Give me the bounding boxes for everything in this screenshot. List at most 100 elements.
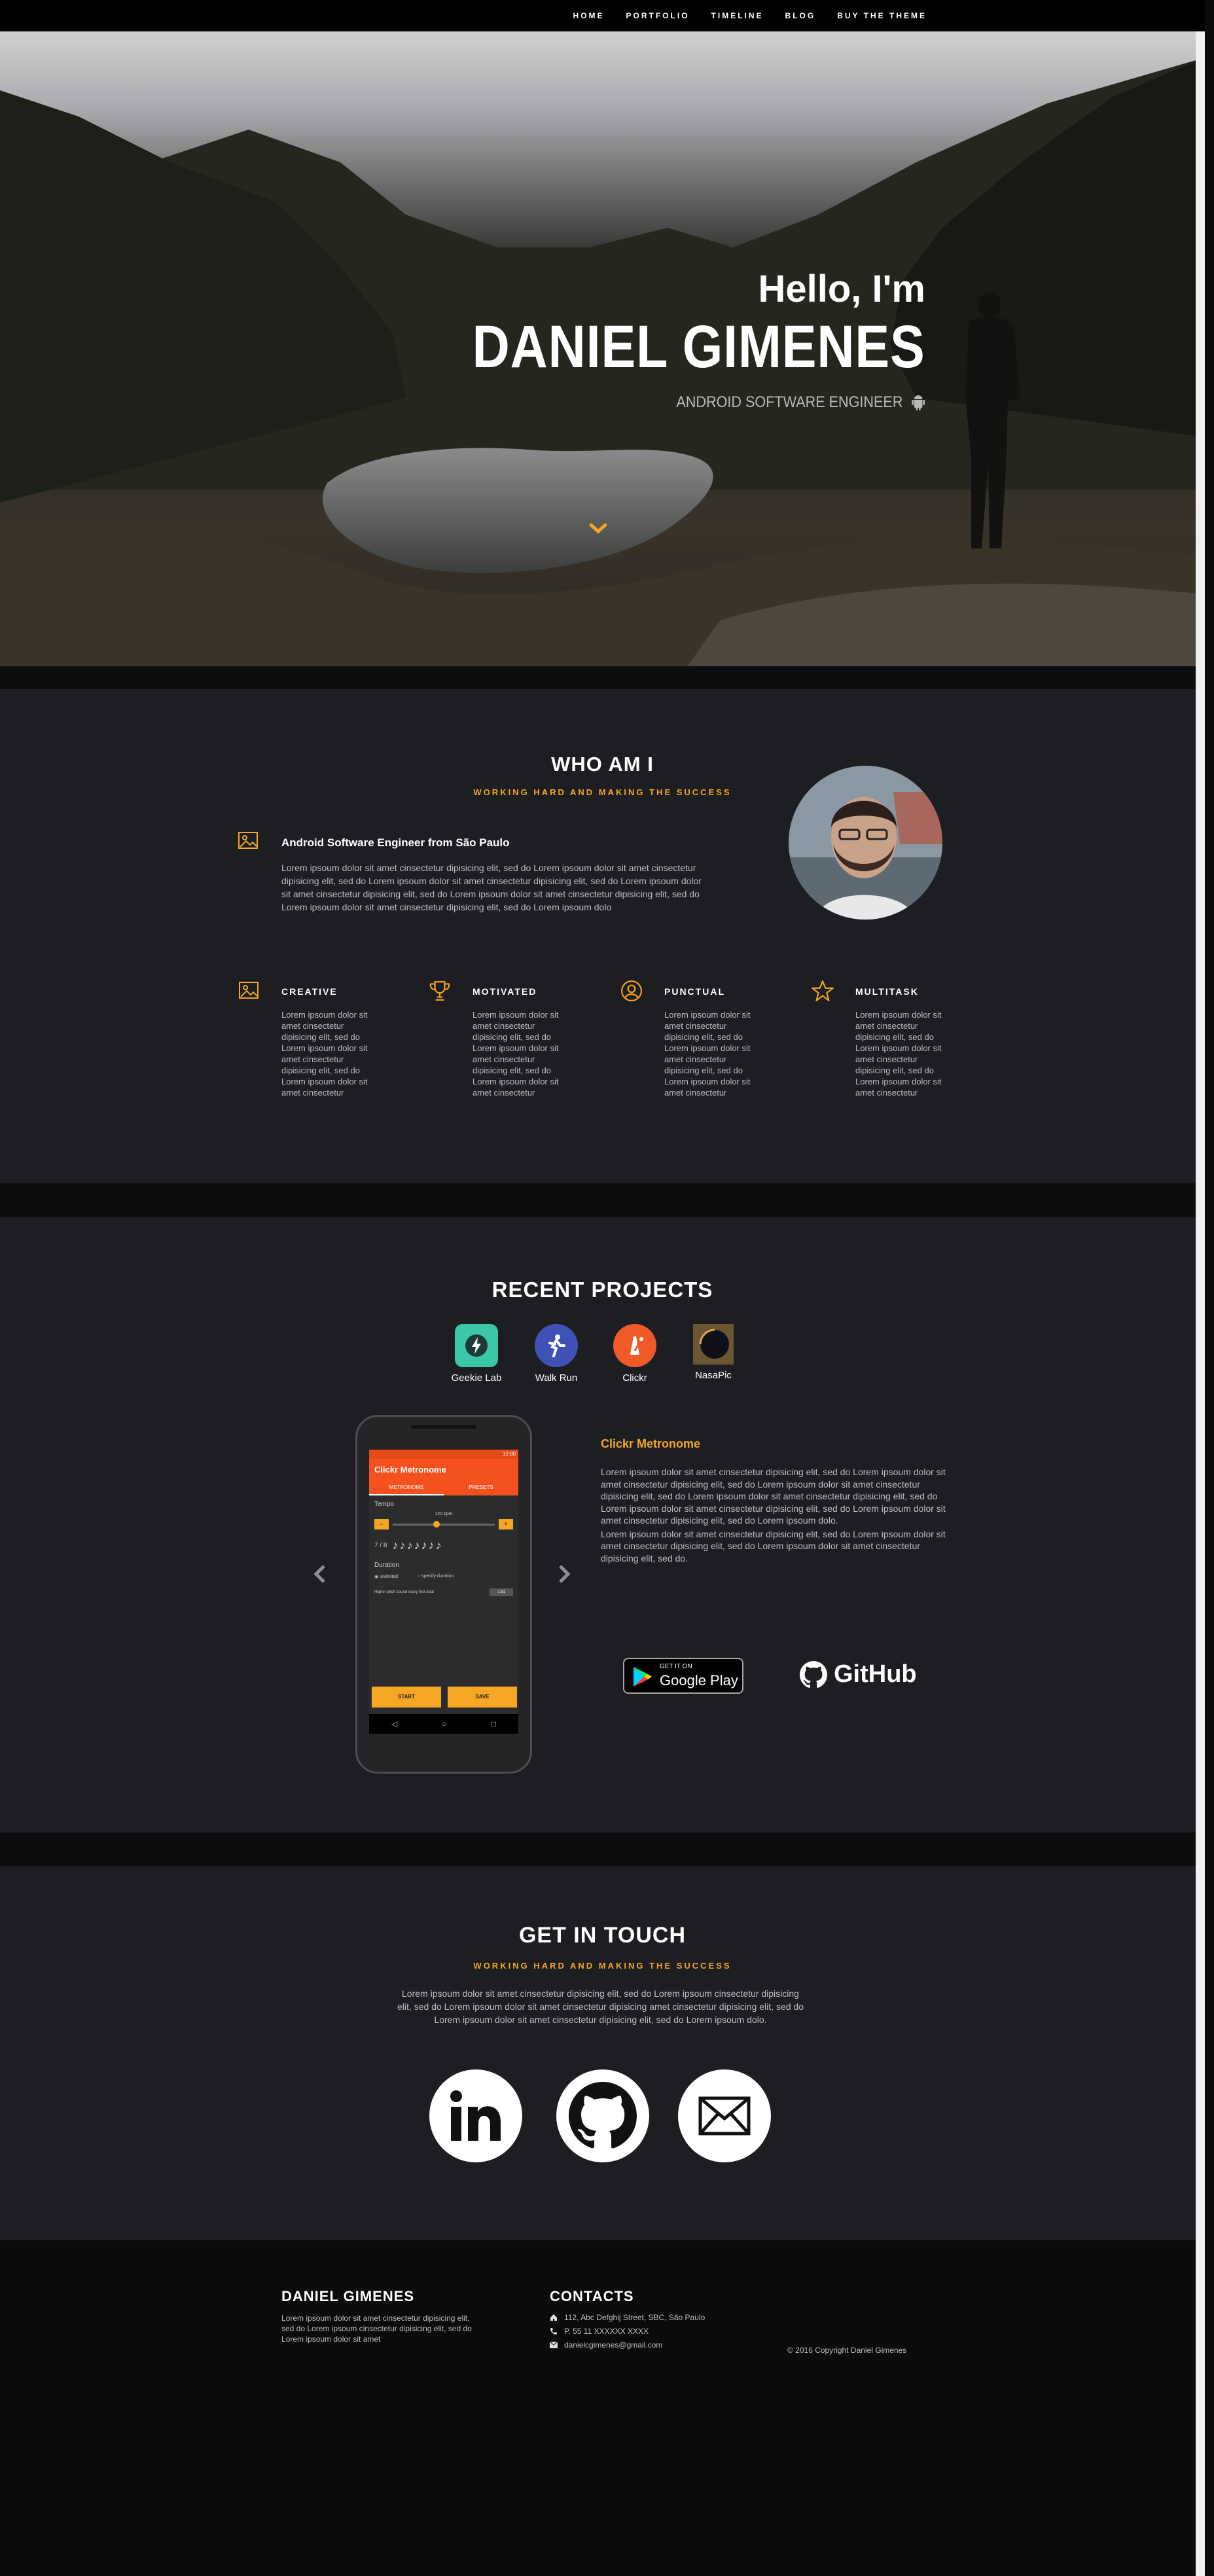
feature-text: Lorem ipsoum dolor sit amet cinsectetur … bbox=[473, 1010, 559, 1098]
home-icon bbox=[550, 2314, 557, 2321]
nav-timeline[interactable]: TIMELINE bbox=[711, 11, 764, 20]
feature-text: Lorem ipsoum dolor sit amet cinsectetur … bbox=[281, 1010, 368, 1098]
back-icon[interactable]: ◁ bbox=[391, 1719, 397, 1728]
nav-blog[interactable]: BLOG bbox=[785, 11, 816, 20]
duration-label: Duration bbox=[374, 1562, 399, 1569]
feature-text: Lorem ipsoum dolor sit amet cinsectetur … bbox=[664, 1010, 751, 1098]
time-signature: 7 / 8 bbox=[374, 1542, 387, 1549]
tempo-value: 120 bpm bbox=[435, 1512, 453, 1516]
contact-title: GET IN TOUCH bbox=[518, 1923, 687, 1948]
project-label: Geekie Lab bbox=[451, 1372, 502, 1384]
hero-banner: Hello, I'm DANIEL GIMENES ANDROID SOFTWA… bbox=[0, 31, 1205, 666]
tempo-minus-button[interactable]: - bbox=[374, 1519, 389, 1530]
footer-phone-text: P. 55 11 XXXXXX XXXX bbox=[564, 2327, 649, 2336]
email-button[interactable] bbox=[678, 2069, 771, 2162]
feature-title: CREATIVE bbox=[281, 986, 338, 997]
envelope-icon bbox=[698, 2096, 751, 2136]
project-description-1: Lorem ipsoum dolor sit amet cinsectetur … bbox=[601, 1467, 946, 1526]
github-icon bbox=[569, 2082, 637, 2149]
about-title: WHO AM I bbox=[551, 753, 654, 776]
carousel-next-arrow-icon[interactable] bbox=[557, 1564, 571, 1590]
linkedin-icon bbox=[450, 2090, 501, 2141]
github-label: GitHub bbox=[834, 1660, 917, 1688]
status-bar: 12:00 bbox=[369, 1450, 518, 1459]
scroll-down-chevron-icon[interactable] bbox=[589, 522, 607, 535]
linkedin-button[interactable] bbox=[429, 2069, 522, 2162]
tempo-plus-button[interactable]: + bbox=[499, 1519, 513, 1530]
github-icon bbox=[800, 1660, 827, 1688]
carousel-prev-arrow-icon[interactable] bbox=[313, 1564, 327, 1590]
hero-text-block: Hello, I'm DANIEL GIMENES ANDROID SOFTWA… bbox=[399, 267, 925, 412]
save-button[interactable]: SAVE bbox=[448, 1687, 517, 1708]
project-label: Clickr bbox=[622, 1372, 647, 1384]
project-walk-run[interactable]: Walk Run bbox=[517, 1324, 596, 1384]
footer-contacts-title: CONTACTS bbox=[550, 2288, 634, 2304]
nav-portfolio[interactable]: PORTFOLIO bbox=[626, 11, 690, 20]
google-play-badge[interactable]: GET IT ON Google Play bbox=[623, 1658, 743, 1694]
footer-about-text: Lorem ipsoum dolor sit amet cinsectetur … bbox=[281, 2314, 472, 2344]
footer-address: 112, Abc Defghij Street, SBC, São Paulo bbox=[550, 2313, 705, 2322]
intro-text: Lorem ipsoum dolor sit amet cinsectetur … bbox=[281, 863, 702, 912]
phone-screen: 12:00 Clickr Metronome METRONOME PRESETS… bbox=[369, 1450, 518, 1734]
github-social-button[interactable] bbox=[556, 2069, 649, 2162]
profile-avatar bbox=[789, 766, 942, 920]
walk-run-app-icon bbox=[535, 1324, 578, 1367]
app-toolbar-title: Clickr Metronome bbox=[369, 1459, 518, 1481]
nav-home[interactable]: HOME bbox=[573, 11, 605, 20]
option-unlimited[interactable]: ◉ unlimited bbox=[374, 1574, 398, 1579]
github-link[interactable]: GitHub bbox=[800, 1660, 917, 1689]
phone-mockup: 12:00 Clickr Metronome METRONOME PRESETS… bbox=[355, 1415, 532, 1774]
image-icon bbox=[239, 982, 259, 999]
envelope-icon bbox=[550, 2342, 558, 2348]
section-divider bbox=[0, 1183, 1205, 1217]
section-divider bbox=[0, 1833, 1205, 1866]
tab-presets[interactable]: PRESETS bbox=[444, 1481, 518, 1495]
intro-title: Android Software Engineer from São Paulo bbox=[281, 836, 510, 849]
projects-title: RECENT PROJECTS bbox=[491, 1278, 713, 1302]
feature-title: PUNCTUAL bbox=[664, 986, 725, 997]
user-icon bbox=[621, 980, 642, 1001]
top-nav: HOME PORTFOLIO TIMELINE BLOG BUY THE THE… bbox=[0, 0, 1205, 31]
android-icon bbox=[912, 395, 925, 410]
tab-metronome[interactable]: METRONOME bbox=[369, 1481, 444, 1495]
footer-phone: P. 55 11 XXXXXX XXXX bbox=[550, 2327, 649, 2336]
beat-notes-icon: ♪♪♪♪♪♪♪ bbox=[392, 1539, 443, 1552]
hero-role-label: ANDROID SOFTWARE ENGINEER bbox=[676, 393, 903, 411]
tempo-slider[interactable] bbox=[393, 1520, 495, 1528]
nav-buy-the-theme[interactable]: BUY THE THEME bbox=[837, 11, 927, 20]
project-nasapic[interactable]: NasaPic bbox=[674, 1324, 753, 1381]
footer-copyright: © 2016 Copyright Daniel Gimenes bbox=[787, 2346, 907, 2355]
gplay-small-label: GET IT ON bbox=[660, 1663, 692, 1670]
gplay-big-label: Google Play bbox=[660, 1672, 738, 1689]
feature-title: MOTIVATED bbox=[473, 986, 537, 997]
pitch-label: Higher pitch sound every first beat bbox=[374, 1590, 435, 1594]
geekie-lab-app-icon bbox=[455, 1324, 498, 1367]
contact-text: Lorem ipsoum dolor sit amet cinsectetur … bbox=[397, 1988, 804, 2025]
project-label: NasaPic bbox=[695, 1370, 732, 1381]
page: HOME PORTFOLIO TIMELINE BLOG BUY THE THE… bbox=[0, 0, 1205, 2576]
project-geekie-lab[interactable]: Geekie Lab bbox=[437, 1324, 516, 1384]
hero-greeting: Hello, I'm bbox=[758, 268, 925, 310]
project-detail-title: Clickr Metronome bbox=[601, 1437, 701, 1450]
contact-section bbox=[0, 1866, 1205, 2240]
start-button[interactable]: START bbox=[372, 1687, 441, 1708]
image-icon bbox=[238, 832, 258, 849]
option-specify-duration[interactable]: ○ specify duration bbox=[418, 1574, 454, 1579]
project-description-2: Lorem ipsoum dolor sit amet cinsectetur … bbox=[601, 1528, 946, 1564]
phone-icon bbox=[550, 2328, 557, 2334]
footer-email-text[interactable]: danielcgimenes@gmail.com bbox=[564, 2340, 662, 2350]
google-play-icon bbox=[634, 1667, 652, 1687]
app-tabs: METRONOME PRESETS bbox=[369, 1481, 518, 1495]
phone-speaker bbox=[411, 1425, 476, 1429]
footer-address-text: 112, Abc Defghij Street, SBC, São Paulo bbox=[564, 2313, 705, 2322]
metronome-panel: Tempo 120 bpm - + 7 / 8 ♪♪♪♪♪♪♪ Duration… bbox=[369, 1495, 518, 1601]
recents-icon[interactable]: □ bbox=[491, 1719, 496, 1728]
home-icon[interactable]: ○ bbox=[442, 1719, 446, 1728]
footer-email[interactable]: danielcgimenes@gmail.com bbox=[550, 2340, 662, 2350]
page-scrollbar[interactable] bbox=[1196, 0, 1205, 2576]
project-detail-text: Lorem ipsoum dolor sit amet cinsectetur … bbox=[601, 1466, 948, 1564]
hero-name: DANIEL GIMENES bbox=[473, 313, 925, 380]
pitch-value[interactable]: 1.91 bbox=[490, 1588, 513, 1596]
feature-text: Lorem ipsoum dolor sit amet cinsectetur … bbox=[855, 1010, 942, 1098]
project-clickr[interactable]: Clickr bbox=[596, 1324, 674, 1384]
